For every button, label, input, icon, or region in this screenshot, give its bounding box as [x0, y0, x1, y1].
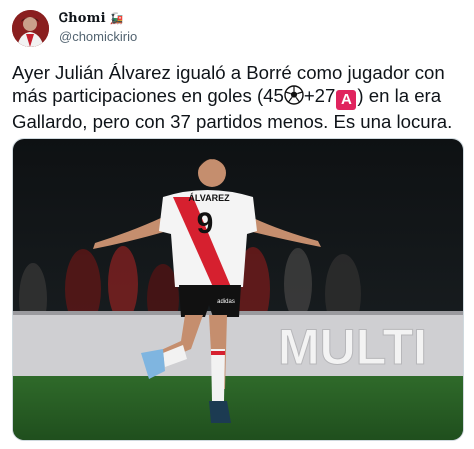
jersey-number: 9	[197, 207, 214, 240]
user-handle[interactable]: @chomickirio	[59, 29, 137, 44]
ad-board-text: MULTI	[278, 319, 427, 375]
user-avatar[interactable]	[12, 10, 49, 47]
tweet-text-part2: +27	[303, 85, 336, 106]
tweet-card[interactable]: Ꮳhomi 🚂 @chomickirio Ayer Julián Álvarez…	[0, 0, 474, 449]
tweet-text: Ayer Julián Álvarez igualó a Borré como …	[12, 61, 464, 133]
author-name-row: Ꮳhomi 🚂	[59, 11, 123, 26]
jersey-name: ÁLVAREZ	[188, 193, 230, 203]
display-name[interactable]: Ꮳhomi	[59, 11, 106, 26]
soccer-ball-emoji	[284, 85, 304, 110]
assist-badge: A	[336, 90, 357, 110]
train-emoji: 🚂	[109, 13, 124, 25]
pitch	[13, 376, 463, 440]
shorts-logo: adidas	[217, 299, 235, 305]
tweet-photo[interactable]: MULTI ÁLVAREZ 9 adidas	[12, 138, 464, 441]
